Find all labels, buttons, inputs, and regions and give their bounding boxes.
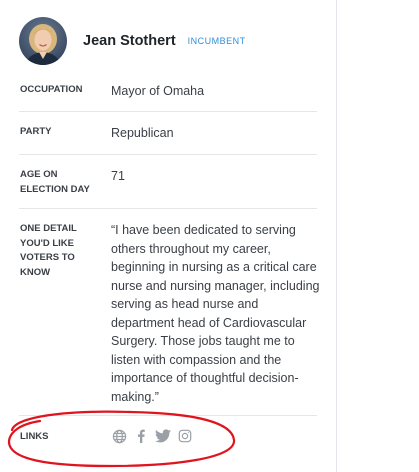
divider <box>19 208 317 209</box>
age-row: AGE ON ELECTION DAY 71 <box>19 167 317 207</box>
occupation-label: OCCUPATION <box>20 84 83 95</box>
social-links <box>111 428 193 444</box>
avatar <box>19 17 67 65</box>
party-value: Republican <box>111 126 174 140</box>
party-row: PARTY Republican <box>19 124 317 154</box>
panel-divider <box>336 0 337 472</box>
candidate-header: Jean Stothert INCUMBENT <box>19 16 246 66</box>
globe-icon[interactable] <box>111 428 127 444</box>
divider <box>19 415 317 416</box>
instagram-icon[interactable] <box>177 428 193 444</box>
detail-value: “I have been dedicated to serving others… <box>111 223 320 404</box>
candidate-name: Jean Stothert <box>83 33 176 49</box>
divider <box>19 111 317 112</box>
age-value: 71 <box>111 169 125 183</box>
party-label: PARTY <box>20 126 52 137</box>
occupation-row: OCCUPATION Mayor of Omaha <box>19 82 317 112</box>
occupation-value: Mayor of Omaha <box>111 84 205 98</box>
twitter-icon[interactable] <box>155 428 171 444</box>
page: Jean Stothert INCUMBENT OCCUPATION Mayor… <box>0 0 419 472</box>
links-label: LINKS <box>20 431 49 442</box>
candidate-card: Jean Stothert INCUMBENT OCCUPATION Mayor… <box>0 0 336 472</box>
facebook-icon[interactable] <box>133 428 149 444</box>
detail-row: ONE DETAIL YOU'D LIKE VOTERS TO KNOW “I … <box>19 221 319 406</box>
detail-label: ONE DETAIL YOU'D LIKE VOTERS TO KNOW <box>20 223 77 278</box>
age-label: AGE ON ELECTION DAY <box>20 169 90 195</box>
incumbent-badge: INCUMBENT <box>187 36 246 46</box>
divider <box>19 154 317 155</box>
